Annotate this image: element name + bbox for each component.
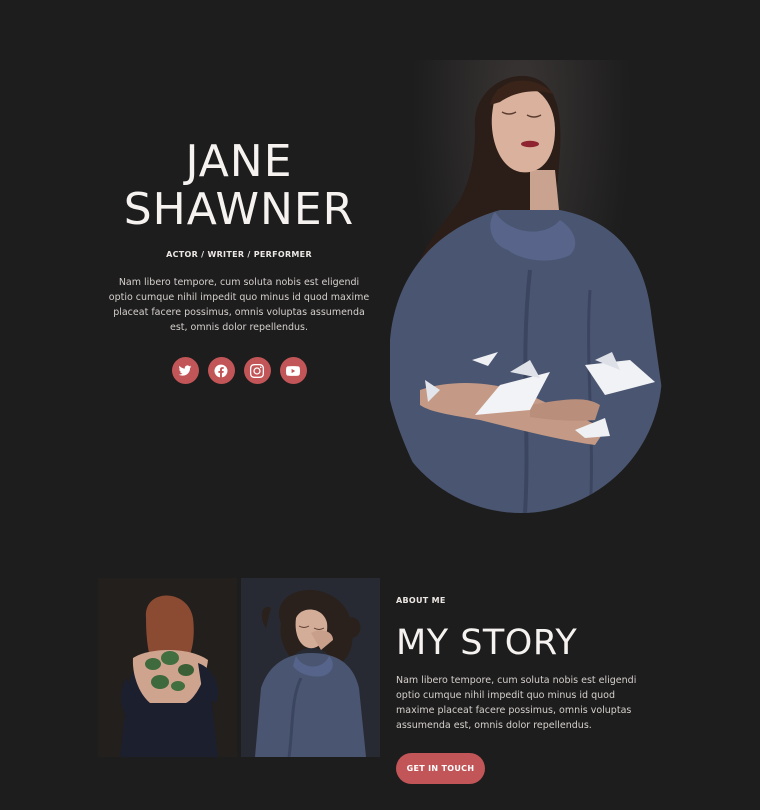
- gallery-photo-back: [98, 578, 237, 757]
- about-title: MY STORY: [396, 623, 578, 663]
- hero-section: JANE SHAWNER ACTOR / WRITER / PERFORMER …: [108, 138, 370, 384]
- social-links: [108, 357, 370, 384]
- hero-role: ACTOR / WRITER / PERFORMER: [166, 250, 312, 259]
- facebook-icon: [214, 364, 228, 377]
- instagram-icon: [250, 363, 264, 378]
- hero-name: JANE SHAWNER: [108, 138, 370, 234]
- gallery-photo-front: [241, 578, 380, 757]
- gallery-photo-back-illustration: [98, 578, 237, 757]
- hero-portrait: [380, 60, 662, 513]
- hero-bio: Nam libero tempore, cum soluta nobis est…: [108, 277, 370, 333]
- hero-name-line2: SHAWNER: [123, 184, 355, 235]
- twitter-link[interactable]: [171, 357, 199, 384]
- get-in-touch-button[interactable]: GET IN TOUCH: [396, 752, 485, 784]
- hero-portrait-illustration: [390, 75, 662, 513]
- instagram-link[interactable]: [243, 357, 271, 384]
- facebook-link[interactable]: [207, 357, 235, 384]
- about-kicker: ABOUT ME: [396, 596, 446, 605]
- about-section: ABOUT ME MY STORY Nam libero tempore, cu…: [396, 596, 646, 784]
- gallery-photo-front-illustration: [241, 578, 380, 757]
- youtube-icon: [286, 365, 300, 376]
- hero-name-line1: JANE: [185, 136, 293, 187]
- youtube-link[interactable]: [279, 357, 307, 384]
- about-bio: Nam libero tempore, cum soluta nobis est…: [396, 675, 637, 731]
- twitter-icon: [178, 364, 192, 376]
